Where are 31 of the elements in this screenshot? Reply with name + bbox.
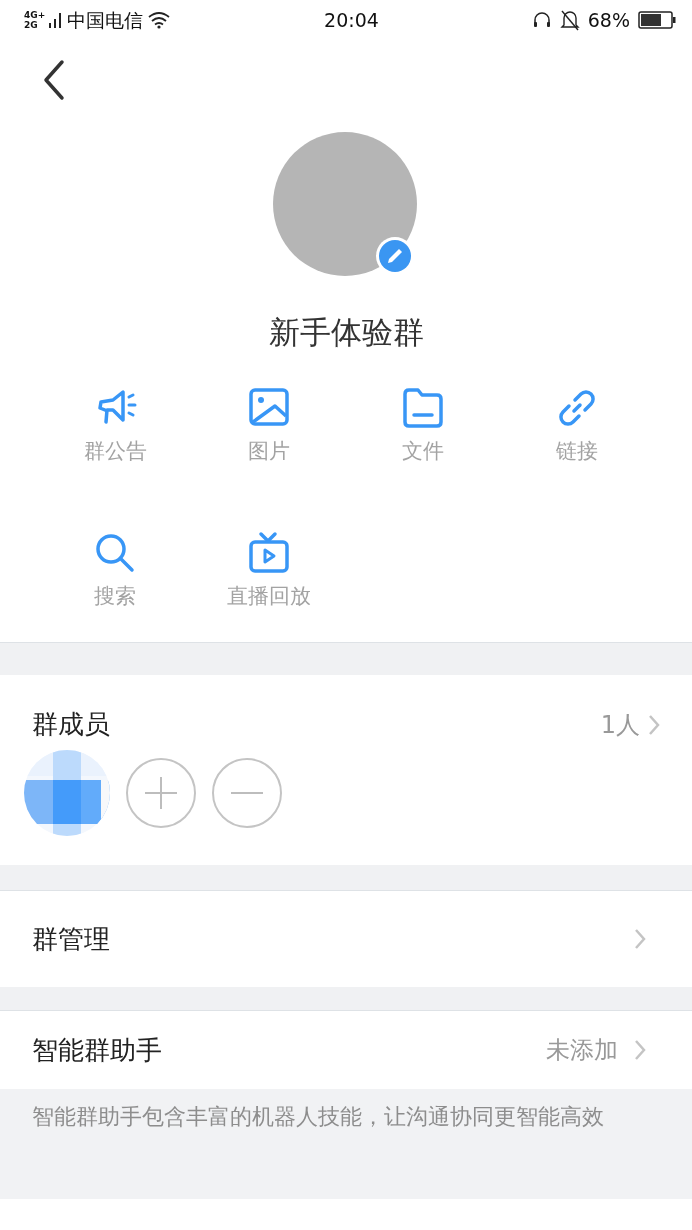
chevron-icon: [634, 928, 646, 950]
section-title: 群成员: [32, 708, 110, 741]
battery-percent: 68%: [587, 7, 630, 33]
description-text: 智能群助手包含丰富的机器人技能，让沟通协同更智能高效: [0, 1089, 692, 1199]
muted-bell-icon: [559, 9, 580, 31]
clock-time: 20:04: [324, 7, 379, 33]
network-type: 4G+: [24, 10, 46, 20]
action-button[interactable]: 图片: [192, 386, 346, 531]
action-button[interactable]: 群公告: [38, 386, 192, 531]
battery-icon: [638, 11, 676, 29]
action-button[interactable]: 直播回放: [192, 531, 346, 676]
headphones-icon: [531, 10, 552, 30]
group-name: 新手体验群: [267, 313, 425, 352]
settings-row[interactable]: 群管理: [0, 891, 692, 987]
search-icon: [93, 531, 137, 575]
action-button[interactable]: 文件: [346, 386, 500, 531]
plus-icon: [143, 775, 179, 811]
carrier-name: 中国电信: [67, 7, 144, 33]
chevron-icon: [634, 1039, 646, 1061]
group-avatar[interactable]: [273, 132, 419, 278]
chevron-icon: [648, 713, 660, 736]
minus-icon: [229, 792, 265, 794]
wifi-icon: [147, 11, 172, 29]
network-type: 2G: [24, 20, 39, 30]
tv-play-icon: [247, 531, 291, 575]
folder-icon: [401, 386, 445, 430]
signal-icon: [49, 11, 64, 29]
member-count-link[interactable]: 1人: [600, 706, 660, 743]
action-button[interactable]: 搜索: [38, 531, 192, 676]
action-button[interactable]: 链接: [500, 386, 654, 531]
settings-row[interactable]: 智能群助手 未添加: [0, 1011, 692, 1089]
